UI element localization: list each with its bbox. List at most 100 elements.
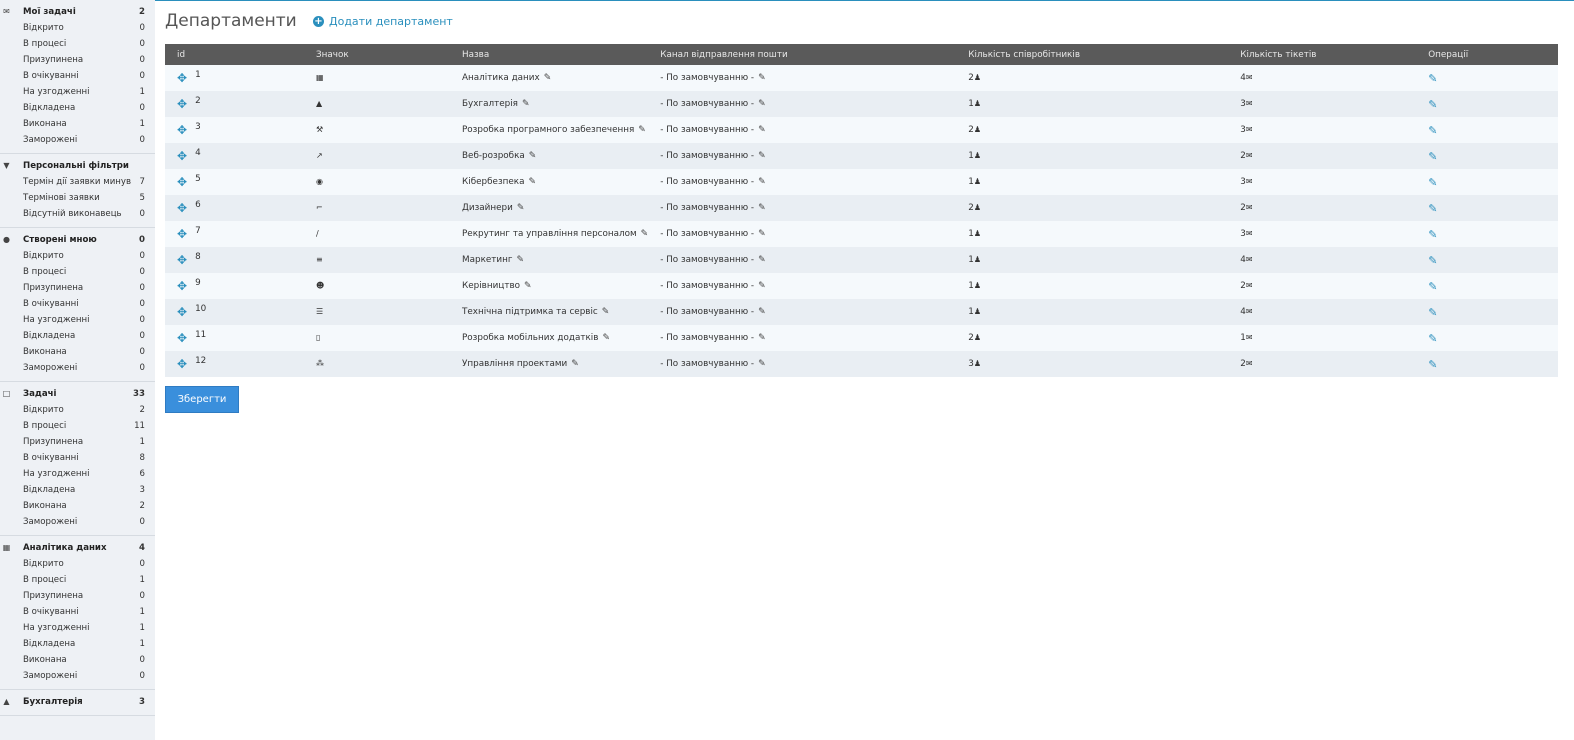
sidebar-item[interactable]: Виконана 1: [0, 116, 155, 132]
edit-department-icon[interactable]: ✎: [1428, 306, 1437, 319]
sidebar-item[interactable]: Відкладена 0: [0, 328, 155, 344]
sidebar-item[interactable]: Відсутній виконавець 0: [0, 206, 155, 222]
drag-handle-icon[interactable]: ✥: [177, 279, 187, 293]
sidebar-item[interactable]: Відкладена 3: [0, 482, 155, 498]
edit-name-icon[interactable]: ✎: [517, 255, 525, 265]
sidebar-item[interactable]: Відкладена 0: [0, 100, 155, 116]
edit-channel-icon[interactable]: ✎: [758, 177, 766, 187]
add-department-button[interactable]: + Додати департамент: [313, 15, 453, 28]
sidebar-item[interactable]: Призупинена 0: [0, 52, 155, 68]
edit-channel-icon[interactable]: ✎: [758, 125, 766, 135]
edit-name-icon[interactable]: ✎: [544, 73, 552, 83]
edit-name-icon[interactable]: ✎: [529, 177, 537, 187]
edit-department-icon[interactable]: ✎: [1428, 72, 1437, 85]
sidebar-item[interactable]: Термінові заявки 5: [0, 190, 155, 206]
sidebar-item[interactable]: В процесі 0: [0, 264, 155, 280]
edit-name-icon[interactable]: ✎: [522, 99, 530, 109]
edit-channel-icon[interactable]: ✎: [758, 73, 766, 83]
sidebar-item[interactable]: Призупинена 0: [0, 280, 155, 296]
edit-name-icon[interactable]: ✎: [517, 203, 525, 213]
edit-channel-icon[interactable]: ✎: [758, 281, 766, 291]
sidebar-item[interactable]: Відкрито 0: [0, 248, 155, 264]
sidebar-group-header[interactable]: □ Задачі 33: [0, 386, 155, 402]
drag-handle-icon[interactable]: ✥: [177, 253, 187, 267]
sidebar-group-header[interactable]: ● Створені мною 0: [0, 232, 155, 248]
drag-handle-icon[interactable]: ✥: [177, 227, 187, 241]
sidebar-item-label: Виконана: [23, 347, 67, 357]
sidebar-item[interactable]: На узгодженні 1: [0, 84, 155, 100]
sidebar-item[interactable]: Відкрито 2: [0, 402, 155, 418]
edit-department-icon[interactable]: ✎: [1428, 124, 1437, 137]
edit-department-icon[interactable]: ✎: [1428, 150, 1437, 163]
edit-name-icon[interactable]: ✎: [602, 307, 610, 317]
sidebar-item[interactable]: Призупинена 0: [0, 588, 155, 604]
sidebar-item-count: 1: [139, 437, 145, 447]
sidebar-group-header[interactable]: ▲ Бухгалтерія 3: [0, 694, 155, 710]
sidebar-group-header[interactable]: ✉ Мої задачі 2: [0, 4, 155, 20]
edit-name-icon[interactable]: ✎: [524, 281, 532, 291]
drag-handle-icon[interactable]: ✥: [177, 123, 187, 137]
edit-department-icon[interactable]: ✎: [1428, 280, 1437, 293]
edit-channel-icon[interactable]: ✎: [758, 359, 766, 369]
sidebar-item[interactable]: Заморожені 0: [0, 360, 155, 376]
cell-tickets: 1✉: [1228, 325, 1416, 351]
mail-channel-value: - По замовчуванню -: [660, 151, 755, 161]
drag-handle-icon[interactable]: ✥: [177, 97, 187, 111]
edit-channel-icon[interactable]: ✎: [758, 333, 766, 343]
drag-handle-icon[interactable]: ✥: [177, 201, 187, 215]
sidebar-item[interactable]: На узгодженні 1: [0, 620, 155, 636]
drag-handle-icon[interactable]: ✥: [177, 71, 187, 85]
sidebar-item[interactable]: В процесі 1: [0, 572, 155, 588]
edit-channel-icon[interactable]: ✎: [758, 99, 766, 109]
sidebar-item[interactable]: Відкладена 1: [0, 636, 155, 652]
edit-name-icon[interactable]: ✎: [571, 359, 579, 369]
edit-name-icon[interactable]: ✎: [641, 229, 649, 239]
edit-department-icon[interactable]: ✎: [1428, 358, 1437, 371]
drag-handle-icon[interactable]: ✥: [177, 175, 187, 189]
edit-channel-icon[interactable]: ✎: [758, 229, 766, 239]
edit-department-icon[interactable]: ✎: [1428, 332, 1437, 345]
edit-channel-icon[interactable]: ✎: [758, 203, 766, 213]
edit-name-icon[interactable]: ✎: [638, 125, 646, 135]
edit-department-icon[interactable]: ✎: [1428, 254, 1437, 267]
edit-channel-icon[interactable]: ✎: [758, 307, 766, 317]
sidebar-item[interactable]: Виконана 0: [0, 344, 155, 360]
sidebar-group-header[interactable]: ▼ Персональні фільтри: [0, 158, 155, 174]
sidebar-item[interactable]: В процесі 11: [0, 418, 155, 434]
sidebar-item[interactable]: В очікуванні 8: [0, 450, 155, 466]
edit-department-icon[interactable]: ✎: [1428, 176, 1437, 189]
sidebar-item[interactable]: Заморожені 0: [0, 132, 155, 148]
save-button[interactable]: Зберегти: [165, 386, 239, 413]
sidebar-group-header[interactable]: ▦ Аналітика даних 4: [0, 540, 155, 556]
sidebar-group: ▦ Аналітика даних 4 Відкрито 0 В процесі 1 Приз…: [0, 536, 155, 690]
sidebar-item[interactable]: В очікуванні 1: [0, 604, 155, 620]
users-icon: ♟: [973, 333, 981, 342]
sidebar-item[interactable]: На узгодженні 6: [0, 466, 155, 482]
edit-name-icon[interactable]: ✎: [602, 333, 610, 343]
sidebar-item[interactable]: Відкрито 0: [0, 556, 155, 572]
edit-department-icon[interactable]: ✎: [1428, 98, 1437, 111]
sidebar-item[interactable]: В очікуванні 0: [0, 296, 155, 312]
drag-handle-icon[interactable]: ✥: [177, 149, 187, 163]
drag-handle-icon[interactable]: ✥: [177, 331, 187, 345]
edit-name-icon[interactable]: ✎: [529, 151, 537, 161]
sidebar-item[interactable]: Виконана 2: [0, 498, 155, 514]
sidebar-item[interactable]: Призупинена 1: [0, 434, 155, 450]
sidebar-item-count: 1: [139, 607, 145, 617]
drag-handle-icon[interactable]: ✥: [177, 305, 187, 319]
sidebar-item[interactable]: Заморожені 0: [0, 668, 155, 684]
sidebar-item[interactable]: Відкрито 0: [0, 20, 155, 36]
edit-department-icon[interactable]: ✎: [1428, 228, 1437, 241]
cell-employees: 2♟: [956, 325, 1228, 351]
edit-department-icon[interactable]: ✎: [1428, 202, 1437, 215]
sidebar-item[interactable]: В процесі 0: [0, 36, 155, 52]
sidebar-item[interactable]: Заморожені 0: [0, 514, 155, 530]
cell-mail-channel: - По замовчуванню - ✎: [648, 247, 956, 273]
sidebar-item[interactable]: Термін дії заявки минув 7: [0, 174, 155, 190]
edit-channel-icon[interactable]: ✎: [758, 255, 766, 265]
sidebar-item[interactable]: В очікуванні 0: [0, 68, 155, 84]
edit-channel-icon[interactable]: ✎: [758, 151, 766, 161]
sidebar-item[interactable]: На узгодженні 0: [0, 312, 155, 328]
sidebar-item[interactable]: Виконана 0: [0, 652, 155, 668]
drag-handle-icon[interactable]: ✥: [177, 357, 187, 371]
